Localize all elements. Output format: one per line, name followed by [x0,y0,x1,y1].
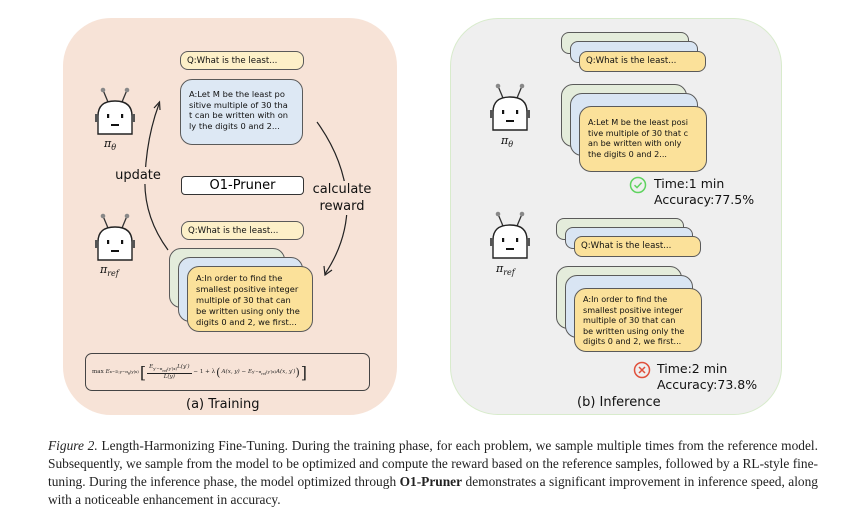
inference-ref-question-card-front: Q:What is the least... [574,236,701,257]
training-question-card-2: Q:What is the least... [181,221,304,240]
ref-answer-card-front: A:In order to find the smallest positive… [187,266,313,332]
calculate-reward-label: calculate reward [308,181,376,215]
policy-ref-label: πref [100,263,119,279]
o1-pruner-box: O1-Pruner [181,176,304,195]
inference-answer-card-front: A:Let M be the least posi tive multiple … [579,106,707,172]
policy-theta-label: πθ [104,137,117,153]
update-label: update [112,167,164,184]
check-circle-icon [629,176,647,194]
objective-formula: max Ex∼D,y∼πθ(y|x) [ Ey′∼πref(y′|x)L(y′)… [85,353,370,391]
time-slow: Time:2 min [657,361,728,376]
robot-icon-reference-inference [490,211,530,259]
reward-label-line1: calculate [312,182,372,197]
figure-label: Figure 2. [48,438,98,453]
time-fast: Time:1 min [654,176,725,191]
inference-policy-ref-label: πref [496,262,515,278]
policy-answer-card: A:Let M be the least po sitive multiple … [180,79,303,145]
method-name: O1-Pruner [399,474,463,489]
inference-policy-theta-label: πθ [501,134,514,150]
accuracy-reference: Accuracy:73.8% [657,377,758,392]
inference-top-metrics: Time:1 min Accuracy:77.5% [654,176,754,208]
training-subcaption: (a) Training [186,397,260,412]
inference-question-card-front: Q:What is the least... [579,51,706,72]
figure-caption: Figure 2. Length-Harmonizing Fine-Tuning… [48,438,819,507]
robot-icon-policy-inference [490,83,530,131]
accuracy-optimized: Accuracy:77.5% [654,192,755,207]
inference-subcaption: (b) Inference [577,395,661,410]
inference-bottom-metrics: Time:2 min Accuracy:73.8% [657,361,757,393]
training-question-card: Q:What is the least... [180,51,304,70]
inference-ref-answer-card-front: A:In order to find the smallest positive… [574,288,702,352]
x-circle-icon [633,361,651,379]
reward-label-line2: reward [319,199,365,214]
